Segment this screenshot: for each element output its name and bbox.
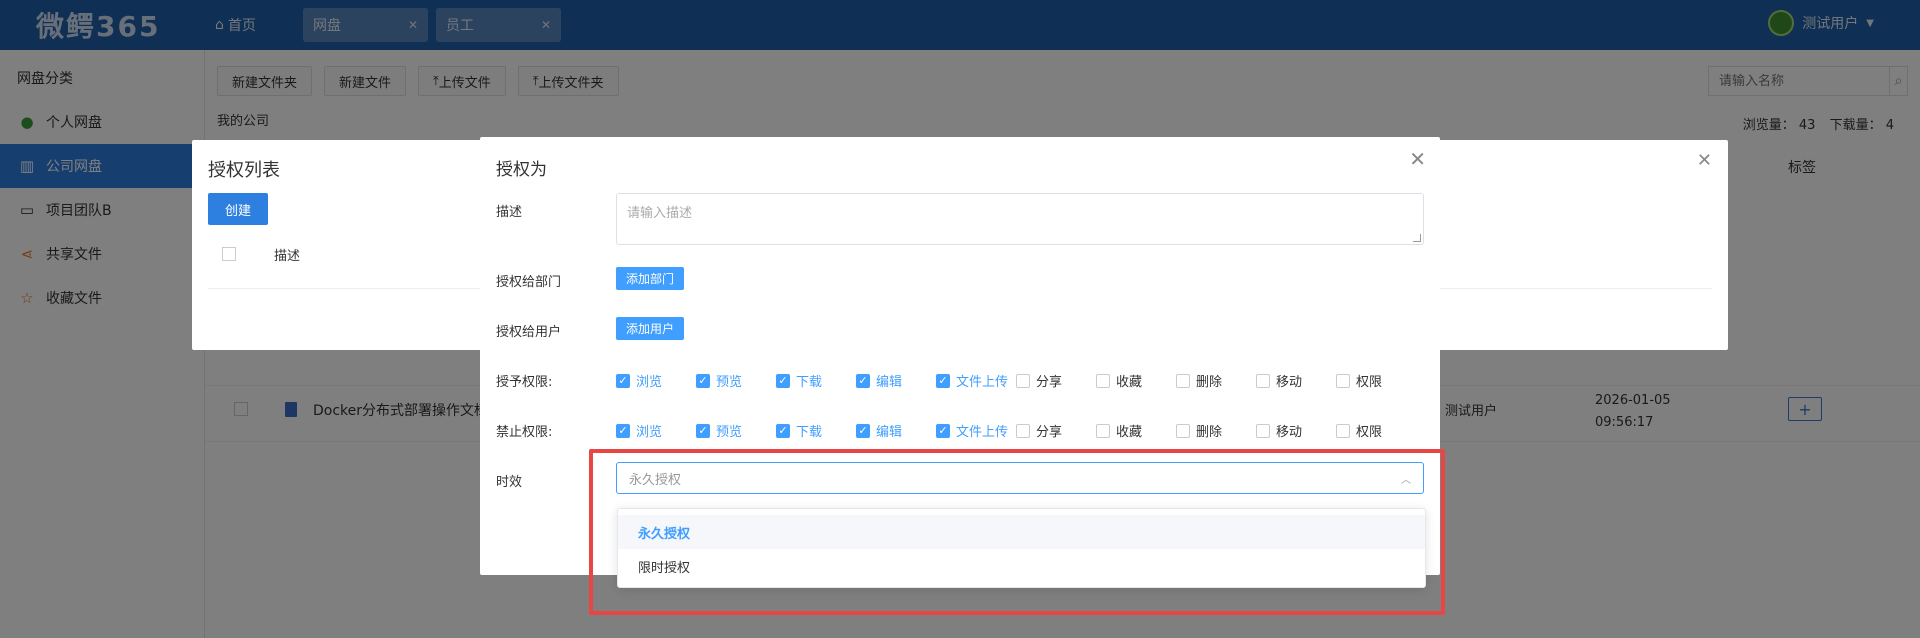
checkbox-box (1016, 423, 1030, 438)
grant-permissions-label: 授予权限: (496, 375, 553, 390)
grant-permission-checkbox[interactable]: 删除 (1176, 371, 1256, 390)
dept-label: 授权给部门 (496, 275, 562, 290)
permission-label: 文件上传 (956, 375, 1009, 390)
user-label: 授权给用户 (496, 325, 562, 340)
permission-label: 预览 (716, 425, 743, 440)
permission-label: 权限 (1356, 425, 1383, 440)
permission-label: 编辑 (876, 425, 903, 440)
grant-permission-checkbox[interactable]: ✓ 文件上传 (936, 371, 1016, 390)
check-icon: ✓ (696, 423, 710, 438)
validity-label: 时效 (496, 475, 523, 490)
auth-list-title: 授权列表 (208, 160, 280, 181)
permission-label: 下载 (796, 375, 823, 390)
grant-dialog-title: 授权为 (496, 160, 547, 180)
checkbox-box (1096, 373, 1110, 388)
deny-permission-checkbox[interactable]: ✓ 文件上传 (936, 421, 1016, 440)
check-icon: ✓ (616, 373, 630, 388)
description-textarea[interactable]: 请输入描述 (616, 193, 1424, 245)
check-icon: ✓ (936, 373, 950, 388)
deny-permissions-group: ✓ 浏览 ✓ 预览 ✓ 下载 ✓ 编辑 ✓ 文件上传 分享 收藏 删除 移动 权限 (616, 421, 1416, 440)
grant-permission-checkbox[interactable]: 权限 (1336, 371, 1416, 390)
permission-label: 删除 (1196, 375, 1223, 390)
permission-label: 权限 (1356, 375, 1383, 390)
highlight-box (589, 449, 1445, 615)
permission-label: 浏览 (636, 375, 663, 390)
checkbox-box (1256, 373, 1270, 388)
deny-permission-checkbox[interactable]: ✓ 预览 (696, 421, 776, 440)
checkbox-box (1176, 423, 1190, 438)
check-icon: ✓ (856, 423, 870, 438)
select-all-checkbox[interactable] (222, 247, 236, 261)
checkbox-box (1336, 423, 1350, 438)
check-icon: ✓ (936, 423, 950, 438)
checkbox-box (1256, 423, 1270, 438)
permission-label: 分享 (1036, 425, 1063, 440)
create-button[interactable]: 创建 (208, 193, 268, 225)
checkbox-box (1176, 373, 1190, 388)
check-icon: ✓ (856, 373, 870, 388)
check-icon: ✓ (616, 423, 630, 438)
grant-permissions-group: ✓ 浏览 ✓ 预览 ✓ 下载 ✓ 编辑 ✓ 文件上传 分享 收藏 删除 移动 权限 (616, 371, 1416, 390)
permission-label: 文件上传 (956, 425, 1009, 440)
deny-permission-checkbox[interactable]: 分享 (1016, 421, 1096, 440)
description-label: 描述 (496, 205, 523, 220)
grant-permission-checkbox[interactable]: ✓ 下载 (776, 371, 856, 390)
checkbox-box (1096, 423, 1110, 438)
check-icon: ✓ (776, 373, 790, 388)
permission-label: 分享 (1036, 375, 1063, 390)
permission-label: 浏览 (636, 425, 663, 440)
permission-label: 移动 (1276, 375, 1303, 390)
permission-label: 预览 (716, 375, 743, 390)
resize-handle[interactable] (1413, 234, 1421, 242)
permission-label: 移动 (1276, 425, 1303, 440)
close-icon[interactable]: ✕ (1697, 150, 1712, 171)
add-department-button[interactable]: 添加部门 (616, 267, 685, 290)
grant-permission-checkbox[interactable]: ✓ 编辑 (856, 371, 936, 390)
grant-permission-checkbox[interactable]: ✓ 预览 (696, 371, 776, 390)
checkbox-box (1016, 373, 1030, 388)
check-icon: ✓ (696, 373, 710, 388)
grant-permission-checkbox[interactable]: 移动 (1256, 371, 1336, 390)
deny-permission-checkbox[interactable]: 收藏 (1096, 421, 1176, 440)
check-icon: ✓ (776, 423, 790, 438)
column-description: 描述 (274, 249, 301, 264)
deny-permission-checkbox[interactable]: 删除 (1176, 421, 1256, 440)
deny-permission-checkbox[interactable]: 移动 (1256, 421, 1336, 440)
deny-permission-checkbox[interactable]: ✓ 下载 (776, 421, 856, 440)
deny-permissions-label: 禁止权限: (496, 425, 553, 440)
permission-label: 删除 (1196, 425, 1223, 440)
close-icon[interactable]: ✕ (1409, 147, 1426, 171)
grant-permission-checkbox[interactable]: 收藏 (1096, 371, 1176, 390)
grant-permission-checkbox[interactable]: ✓ 浏览 (616, 371, 696, 390)
permission-label: 收藏 (1116, 375, 1143, 390)
permission-label: 收藏 (1116, 425, 1143, 440)
permission-label: 下载 (796, 425, 823, 440)
description-placeholder: 请输入描述 (627, 206, 693, 221)
permission-label: 编辑 (876, 375, 903, 390)
grant-permission-checkbox[interactable]: 分享 (1016, 371, 1096, 390)
add-user-button[interactable]: 添加用户 (616, 317, 685, 340)
checkbox-box (1336, 373, 1350, 388)
deny-permission-checkbox[interactable]: ✓ 浏览 (616, 421, 696, 440)
deny-permission-checkbox[interactable]: 权限 (1336, 421, 1416, 440)
deny-permission-checkbox[interactable]: ✓ 编辑 (856, 421, 936, 440)
